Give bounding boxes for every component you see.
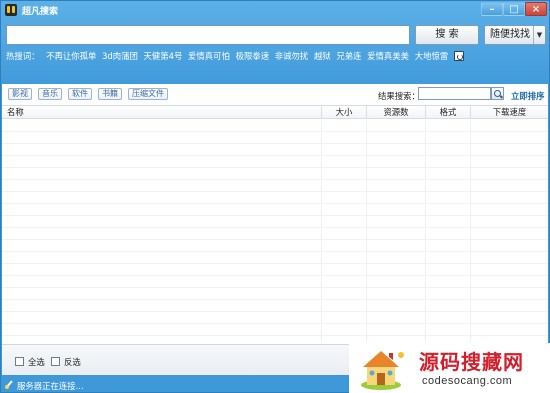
category-books-button[interactable]: 书籍: [98, 88, 122, 100]
refresh-icon[interactable]: [453, 51, 464, 61]
random-search-label: 随便找找: [490, 29, 530, 40]
minimize-button[interactable]: –: [481, 2, 503, 16]
chevron-down-icon[interactable]: ▼: [533, 26, 545, 44]
hot-words-row: 热搜词： 不再让你孤单 3d肉蒲团 天健第4号 爱情真可怕 极限拳速 非诚勿扰 …: [6, 50, 464, 62]
select-all-label: 全选: [28, 357, 45, 367]
maximize-button[interactable]: □: [503, 2, 525, 16]
watermark-url: codesocang.com: [422, 375, 513, 387]
category-video-button[interactable]: 影视: [8, 88, 32, 100]
result-search-input[interactable]: [418, 87, 491, 100]
column-header-speed[interactable]: 下载速度: [470, 106, 548, 119]
invert-selection-checkbox[interactable]: [51, 357, 60, 366]
hot-word-link[interactable]: 天健第4号: [144, 50, 183, 62]
table-header: 名称 大小 资源数 格式 下载速度: [2, 105, 548, 119]
house-logo-icon: [361, 351, 404, 390]
app-logo-icon: [5, 4, 17, 16]
filter-row: 影视 音乐 软件 书籍 压缩文件 结果搜索： 立即排序: [2, 84, 548, 104]
connection-icon: [5, 380, 14, 389]
column-divider: [425, 120, 426, 342]
search-icon[interactable]: [491, 87, 504, 100]
sort-now-link[interactable]: 立即排序: [511, 90, 545, 102]
result-search-label: 结果搜索：: [378, 91, 420, 101]
column-divider: [470, 120, 471, 342]
column-header-name[interactable]: 名称: [2, 106, 321, 119]
select-all-checkbox[interactable]: [15, 357, 24, 366]
invert-selection-label: 反选: [64, 357, 81, 367]
status-text: 服务器正在连接...: [17, 381, 84, 391]
app-window: 超凡搜索 – □ × 搜 索 随便找找 ▼ 热搜词： 不再让你孤单 3d肉蒲团 …: [0, 0, 550, 393]
hot-word-link[interactable]: 大地惊雷: [415, 50, 449, 62]
window-title: 超凡搜索: [22, 7, 59, 17]
search-button[interactable]: 搜 索: [415, 25, 479, 45]
main-pane: 影视 音乐 软件 书籍 压缩文件 结果搜索： 立即排序 名称 大小 资源数 格式…: [2, 84, 548, 375]
hot-words-label: 热搜词：: [6, 51, 40, 61]
hot-word-link[interactable]: 爱情真可怕: [188, 50, 230, 62]
category-software-button[interactable]: 软件: [68, 88, 92, 100]
hot-word-link[interactable]: 越狱: [314, 50, 331, 62]
watermark-title: 源码搜藏网: [419, 350, 524, 374]
category-music-button[interactable]: 音乐: [38, 88, 62, 100]
hot-word-link[interactable]: 非诚勿扰: [275, 50, 309, 62]
column-header-size[interactable]: 大小: [321, 106, 366, 119]
title-bar[interactable]: 超凡搜索 – □ ×: [1, 1, 549, 19]
hot-word-link[interactable]: 3d肉蒲团: [102, 50, 138, 62]
hot-word-link[interactable]: 极限拳速: [236, 50, 270, 62]
results-table[interactable]: [2, 120, 548, 342]
search-input[interactable]: [6, 25, 410, 45]
hot-word-link[interactable]: 不再让你孤单: [46, 50, 96, 62]
column-header-resources[interactable]: 资源数: [366, 106, 425, 119]
watermark: 源码搜藏网 codesocang.com: [349, 343, 550, 393]
column-divider: [321, 120, 322, 342]
category-archive-button[interactable]: 压缩文件: [128, 88, 168, 100]
random-search-button[interactable]: 随便找找 ▼: [484, 25, 546, 45]
hot-word-link[interactable]: 兄弟连: [336, 50, 361, 62]
column-header-format[interactable]: 格式: [425, 106, 470, 119]
hot-word-link[interactable]: 爱情真美美: [367, 50, 409, 62]
column-divider: [366, 120, 367, 342]
close-button[interactable]: ×: [525, 2, 547, 16]
